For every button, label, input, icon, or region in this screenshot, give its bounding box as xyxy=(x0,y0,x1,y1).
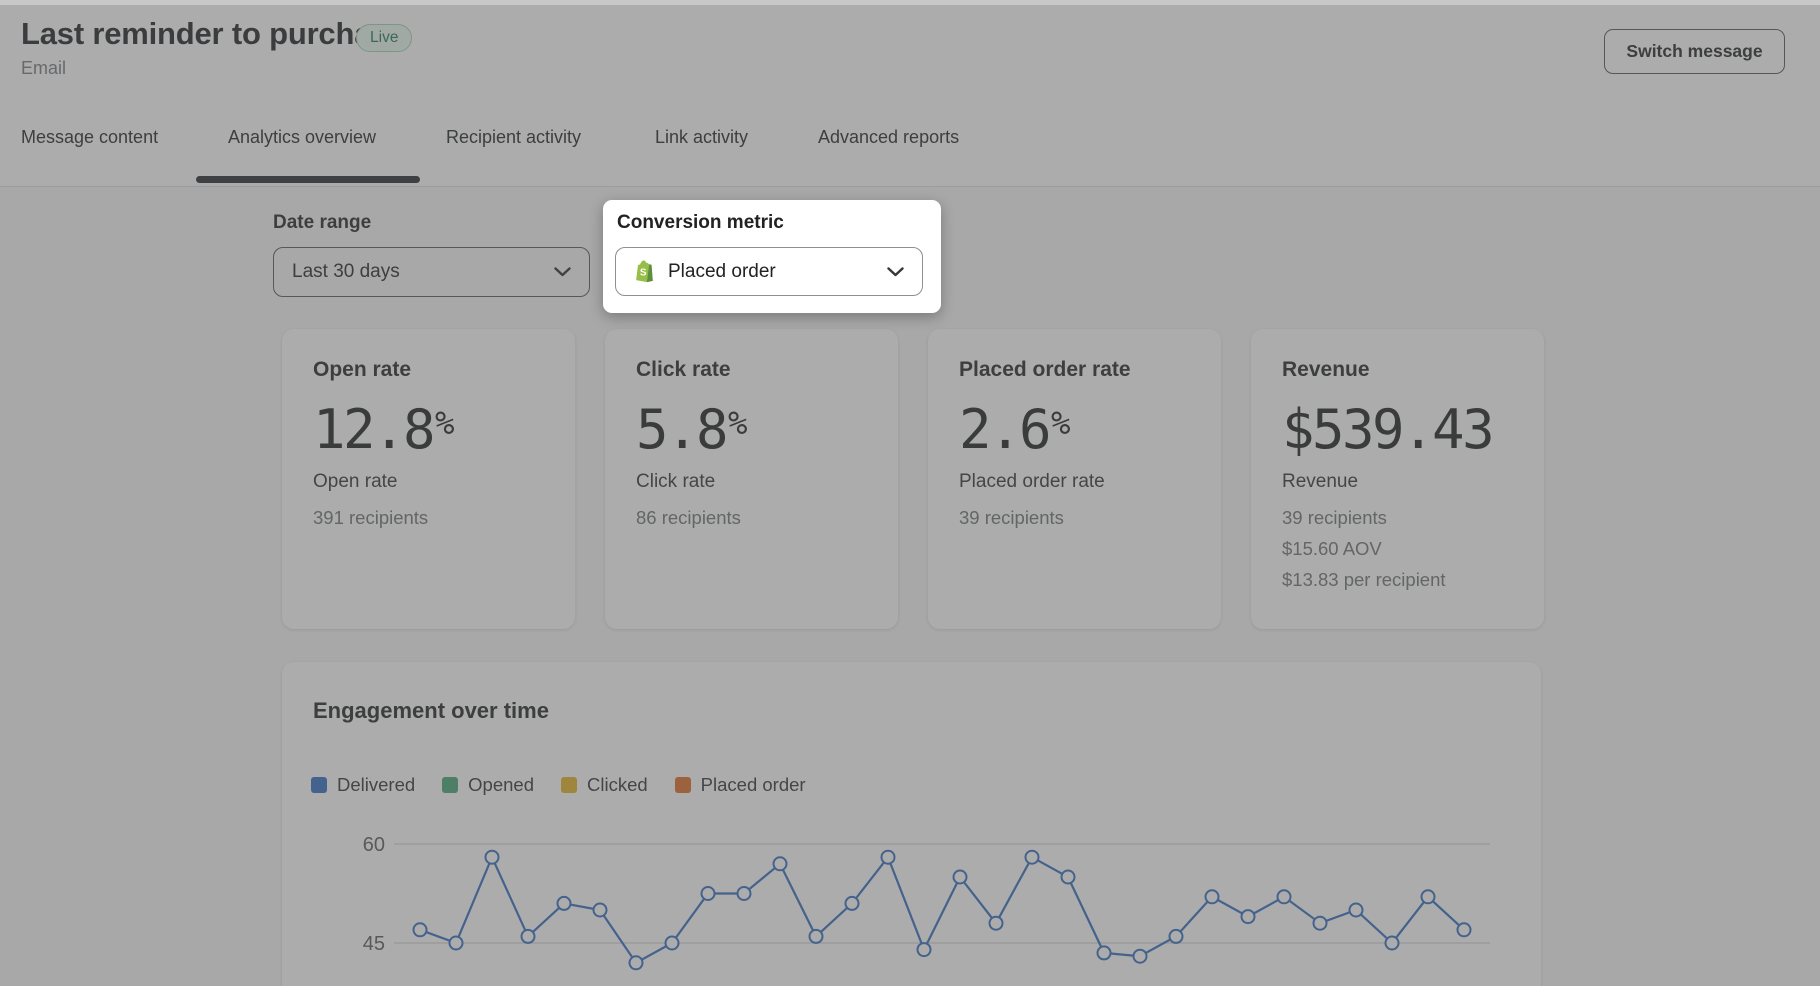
conversion-metric-select[interactable]: S Placed order xyxy=(615,247,923,296)
conversion-metric-highlight: Conversion metric S Placed order xyxy=(603,200,941,313)
conversion-metric-value: Placed order xyxy=(668,260,776,282)
conversion-metric-label: Conversion metric xyxy=(617,212,784,233)
svg-text:S: S xyxy=(640,267,647,278)
dim-overlay xyxy=(0,0,1820,986)
window-top-edge xyxy=(0,0,1820,5)
shopify-icon: S xyxy=(634,260,655,283)
chevron-down-icon xyxy=(887,266,904,277)
analytics-page: Last reminder to purchase Live Email Swi… xyxy=(0,0,1820,986)
